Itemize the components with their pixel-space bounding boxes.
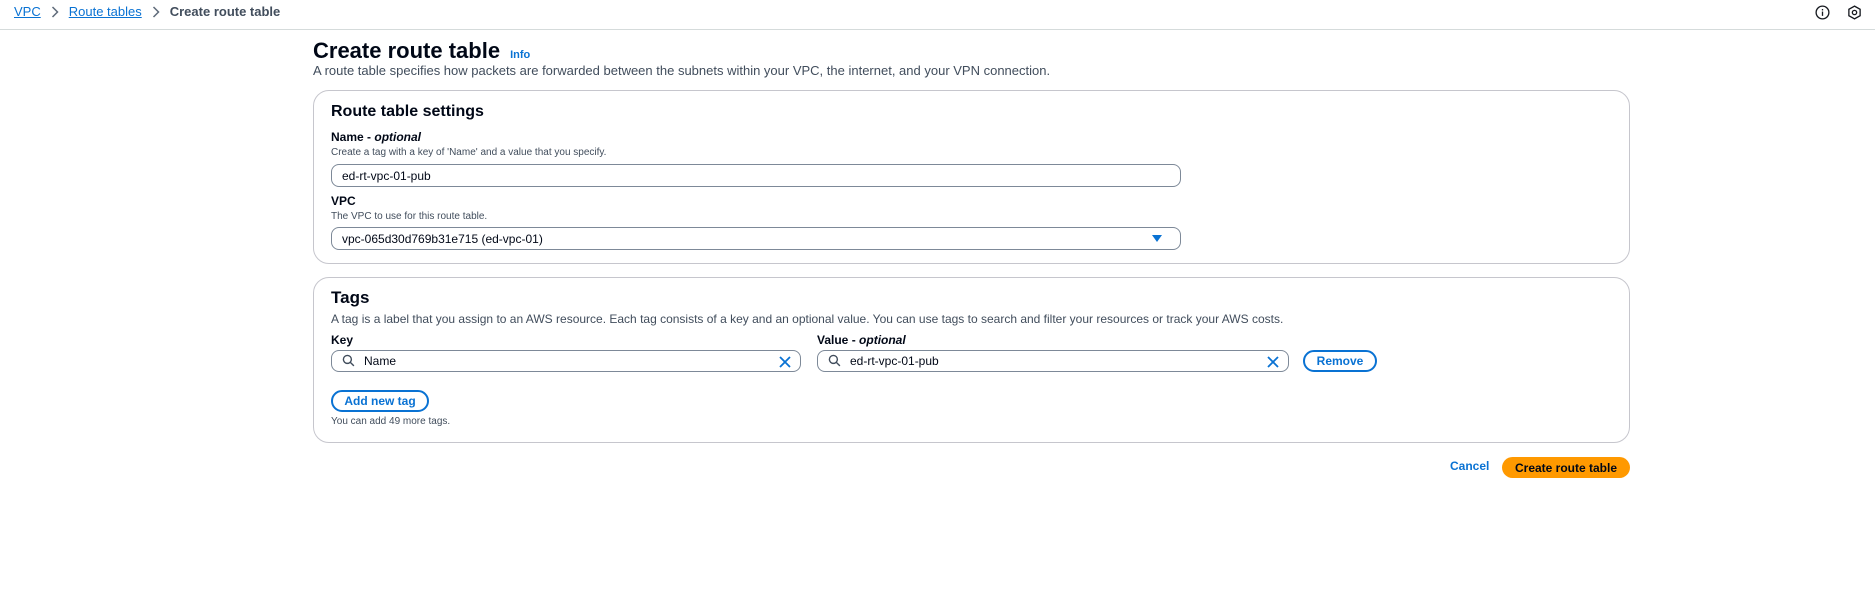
search-icon [342,354,356,368]
tags-description: A tag is a label that you assign to an A… [331,312,1284,326]
tag-value-input[interactable]: ed-rt-vpc-01-pub [817,350,1289,372]
vpc-field-description: The VPC to use for this route table. [331,211,488,222]
info-link[interactable]: Info [510,49,530,61]
name-input[interactable]: ed-rt-vpc-01-pub [331,164,1181,187]
caret-down-icon [1152,235,1162,242]
vpc-select[interactable]: vpc-065d30d769b31e715 (ed-vpc-01) [331,227,1181,250]
info-circle-icon[interactable] [1813,3,1831,21]
chevron-right-icon [152,5,160,18]
breadcrumb-route-tables[interactable]: Route tables [69,4,142,19]
tag-key-input[interactable]: Name [331,350,801,372]
settings-panel-title: Route table settings [331,103,484,120]
tag-value-value: ed-rt-vpc-01-pub [850,354,939,368]
tag-value-label: Value - optional [817,333,906,347]
tag-key-value: Name [364,354,397,368]
search-icon [828,354,842,368]
name-input-value: ed-rt-vpc-01-pub [342,168,431,183]
page-title: Create route table [313,38,501,63]
tags-panel-title: Tags [331,288,370,307]
tags-panel: Tags A tag is a label that you assign to… [313,277,1630,443]
breadcrumb-current: Create route table [169,4,281,19]
remove-tag-button[interactable]: Remove [1303,350,1377,372]
route-table-settings-panel: Route table settings Name - optional Cre… [313,90,1630,264]
create-route-table-button[interactable]: Create route table [1502,457,1630,478]
breadcrumb-vpc[interactable]: VPC [14,4,41,19]
breadcrumb: VPC Route tables Create route table [14,4,280,19]
chevron-right-icon [51,5,59,18]
tags-hint: You can add 49 more tags. [331,416,451,427]
vpc-field-label: VPC [331,194,356,208]
settings-hexagon-icon[interactable] [1845,3,1863,21]
vpc-select-value: vpc-065d30d769b31e715 (ed-vpc-01) [342,231,543,246]
tag-key-label: Key [331,333,354,347]
clear-icon[interactable] [1266,355,1280,369]
name-field-label: Name - optional [331,130,422,144]
add-new-tag-button[interactable]: Add new tag [331,390,429,412]
clear-icon[interactable] [778,355,792,369]
name-field-description: Create a tag with a key of 'Name' and a … [331,147,607,158]
cancel-button[interactable]: Cancel [1450,459,1489,473]
top-bar: VPC Route tables Create route table [0,0,1875,30]
page-description: A route table specifies how packets are … [313,63,1051,78]
